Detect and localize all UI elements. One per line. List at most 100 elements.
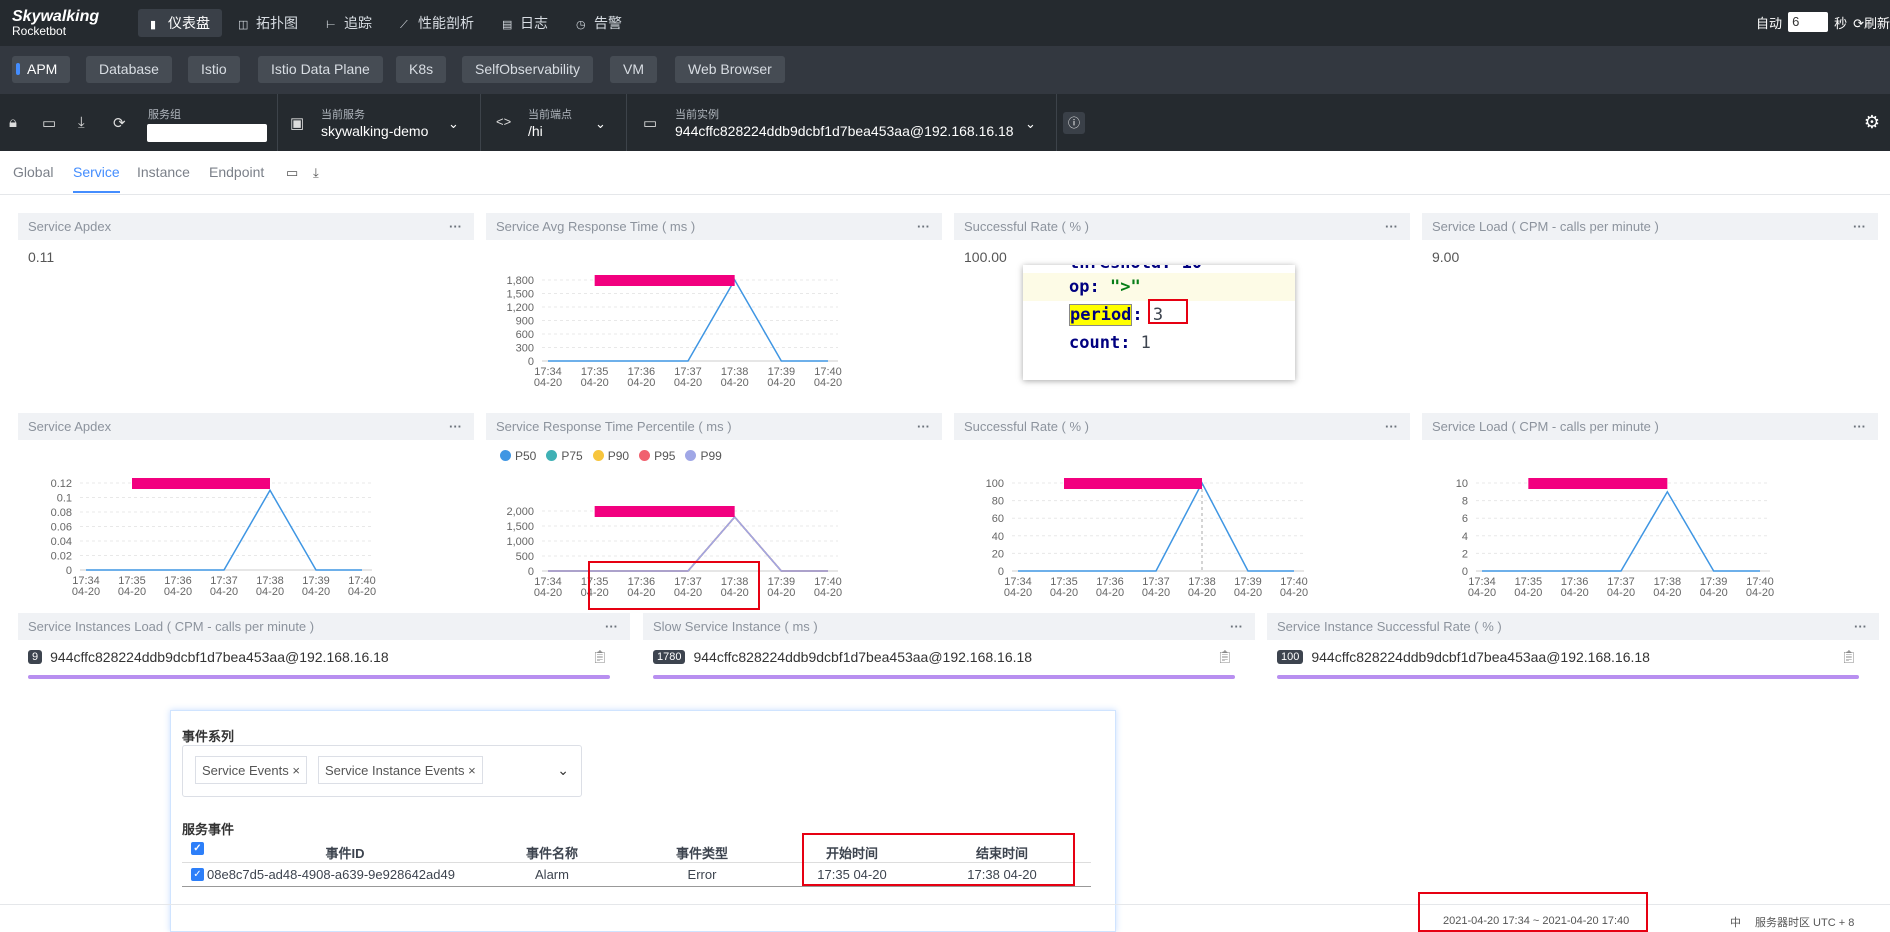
more-icon[interactable]: ··· [1385, 213, 1398, 240]
close-icon[interactable]: × [468, 763, 476, 778]
x-tick-label: 04-20 [256, 586, 284, 598]
x-tick-label: 04-20 [72, 586, 100, 598]
more-icon[interactable]: ··· [449, 413, 462, 440]
x-tick-label: 04-20 [1607, 587, 1635, 599]
card-slow-instance: Slow Service Instance ( ms ) ··· 1780 944c… [643, 613, 1255, 685]
language-toggle[interactable]: 中 [1730, 914, 1741, 930]
more-icon[interactable]: ··· [449, 213, 462, 240]
event-span-bar [1064, 478, 1202, 489]
logo[interactable]: Skywalking Rocketbot [12, 8, 99, 38]
tab-global[interactable]: Global [13, 164, 53, 180]
legend-p90[interactable]: P90 [592, 449, 629, 463]
x-tick-label: 04-20 [348, 586, 376, 598]
card-instance-success-rate: Service Instance Successful Rate ( % ) ··… [1267, 613, 1879, 685]
clipboard-icon[interactable]: 📋︎ [591, 649, 608, 665]
more-icon[interactable]: ··· [1854, 613, 1867, 640]
clipboard-icon[interactable]: 📋︎ [1216, 649, 1233, 665]
endpoint-select[interactable]: 当前端点 /hi ⌄ [528, 106, 606, 139]
y-tick-label: 0 [528, 356, 534, 368]
column-header: 事件名称 [525, 846, 578, 861]
close-icon[interactable]: × [292, 763, 300, 778]
reload-icon[interactable]: ⟳ [113, 114, 126, 132]
template-database[interactable]: Database [86, 56, 172, 83]
tab-instance[interactable]: Instance [137, 164, 190, 180]
event-type: Error [687, 867, 717, 882]
legend-p95[interactable]: P95 [639, 449, 675, 463]
refresh-interval-input[interactable]: 6 [1788, 12, 1829, 32]
info-icon[interactable]: ⓘ [1063, 112, 1085, 134]
nav-dashboard[interactable]: ▮ 仪表盘 [138, 9, 222, 37]
more-icon[interactable]: ··· [917, 413, 930, 440]
nav-trace[interactable]: ⊢ 追踪 [314, 9, 384, 37]
service-select[interactable]: 当前服务 skywalking-demo ⌄ [321, 106, 459, 139]
service-load-value: 9.00 [1432, 249, 1460, 265]
y-tick-label: 0 [528, 566, 534, 578]
instance-select[interactable]: 当前实例 944cffc828224ddb9dcbf1d7bea453aa@19… [675, 106, 1036, 139]
nav-topology[interactable]: ◫ 拓扑图 [226, 9, 310, 37]
template-istio[interactable]: Istio [188, 56, 240, 83]
more-icon[interactable]: ··· [1853, 213, 1866, 240]
nav-log[interactable]: ▤ 日志 [490, 9, 560, 37]
card-header: Service Response Time Percentile ( ms ) ·… [486, 413, 942, 440]
nav-label: 日志 [520, 15, 548, 31]
instance-value: 944cffc828224ddb9dcbf1d7bea453aa@192.168… [675, 123, 1014, 139]
auto-label[interactable]: 自动 [1756, 13, 1782, 32]
divider [480, 94, 481, 151]
template-web-browser[interactable]: Web Browser [675, 56, 785, 83]
service-icon: ▣ [290, 115, 305, 132]
nav-alarm[interactable]: ◷ 告警 [564, 9, 634, 37]
legend-p99[interactable]: P99 [685, 449, 722, 463]
instance-row[interactable]: 1780 944cffc828224ddb9dcbf1d7bea453aa@192… [653, 649, 1032, 665]
tab-service[interactable]: Service [73, 164, 120, 193]
tab-endpoint[interactable]: Endpoint [209, 164, 264, 180]
series-line [86, 488, 362, 571]
clipboard-icon[interactable]: 📋︎ [1840, 649, 1857, 665]
folder-icon[interactable]: ▭ [286, 165, 298, 181]
nav-label: 性能剖析 [418, 15, 474, 31]
event-series-label: 事件系列 [182, 729, 235, 744]
service-group-input[interactable] [147, 124, 267, 142]
x-tick-label: 04-20 [1096, 587, 1124, 599]
template-selfobservability[interactable]: SelfObservability [462, 56, 594, 83]
refresh-label: 刷新 [1863, 15, 1890, 31]
card-header: Service Instance Successful Rate ( % ) ··… [1267, 613, 1879, 640]
x-tick-label: 04-20 [1561, 587, 1589, 599]
template-apm[interactable]: APM [12, 56, 71, 83]
event-series-select[interactable]: Service Events × Service Instance Events… [182, 745, 582, 797]
download-icon[interactable]: ⤓ [78, 114, 85, 131]
tag-label: Service Events [202, 763, 289, 778]
template-vm[interactable]: VM [610, 56, 657, 83]
template-bar: APM Database Istio Istio Data Plane K8s … [0, 46, 1890, 94]
instance-row[interactable]: 100 944cffc828224ddb9dcbf1d7bea453aa@192.… [1277, 649, 1650, 665]
more-icon[interactable]: ··· [1230, 613, 1243, 640]
instance-row[interactable]: 9 944cffc828224ddb9dcbf1d7bea453aa@192.16… [28, 649, 389, 665]
folder-icon[interactable]: ▭ [42, 114, 56, 132]
value-badge: 9 [28, 650, 43, 664]
download-icon[interactable]: ⤓ [313, 165, 319, 181]
tag-service-events[interactable]: Service Events × [195, 756, 307, 784]
code-key-highlighted: period [1069, 304, 1133, 326]
x-tick-label: 04-20 [721, 377, 749, 389]
refresh-button[interactable]: ⟳刷新 [1853, 13, 1890, 32]
endpoint-icon: <> [496, 114, 512, 129]
profile-icon: ⟋ [400, 19, 408, 31]
y-tick-label: 1,200 [506, 302, 534, 314]
more-icon[interactable]: ··· [1853, 413, 1866, 440]
template-istio-data-plane[interactable]: Istio Data Plane [258, 56, 383, 83]
row-checkbox[interactable]: ✓ [191, 868, 204, 881]
gear-icon[interactable]: ⚙ [1864, 112, 1880, 133]
legend-p50[interactable]: P50 [500, 449, 536, 463]
y-tick-label: 1,000 [506, 536, 534, 548]
annotation-box [1418, 892, 1648, 932]
x-tick-label: 04-20 [581, 377, 609, 389]
legend-p75[interactable]: P75 [546, 449, 583, 463]
lock-icon[interactable]: 🔒︎ [9, 114, 17, 131]
nav-profile[interactable]: ⟋ 性能剖析 [388, 9, 486, 37]
more-icon[interactable]: ··· [1385, 413, 1398, 440]
more-icon[interactable]: ··· [917, 213, 930, 240]
template-k8s[interactable]: K8s [396, 56, 447, 83]
tag-instance-events[interactable]: Service Instance Events × [318, 756, 483, 784]
line-highlight [1023, 273, 1295, 301]
select-all-checkbox[interactable]: ✓ [191, 842, 204, 855]
more-icon[interactable]: ··· [605, 613, 618, 640]
